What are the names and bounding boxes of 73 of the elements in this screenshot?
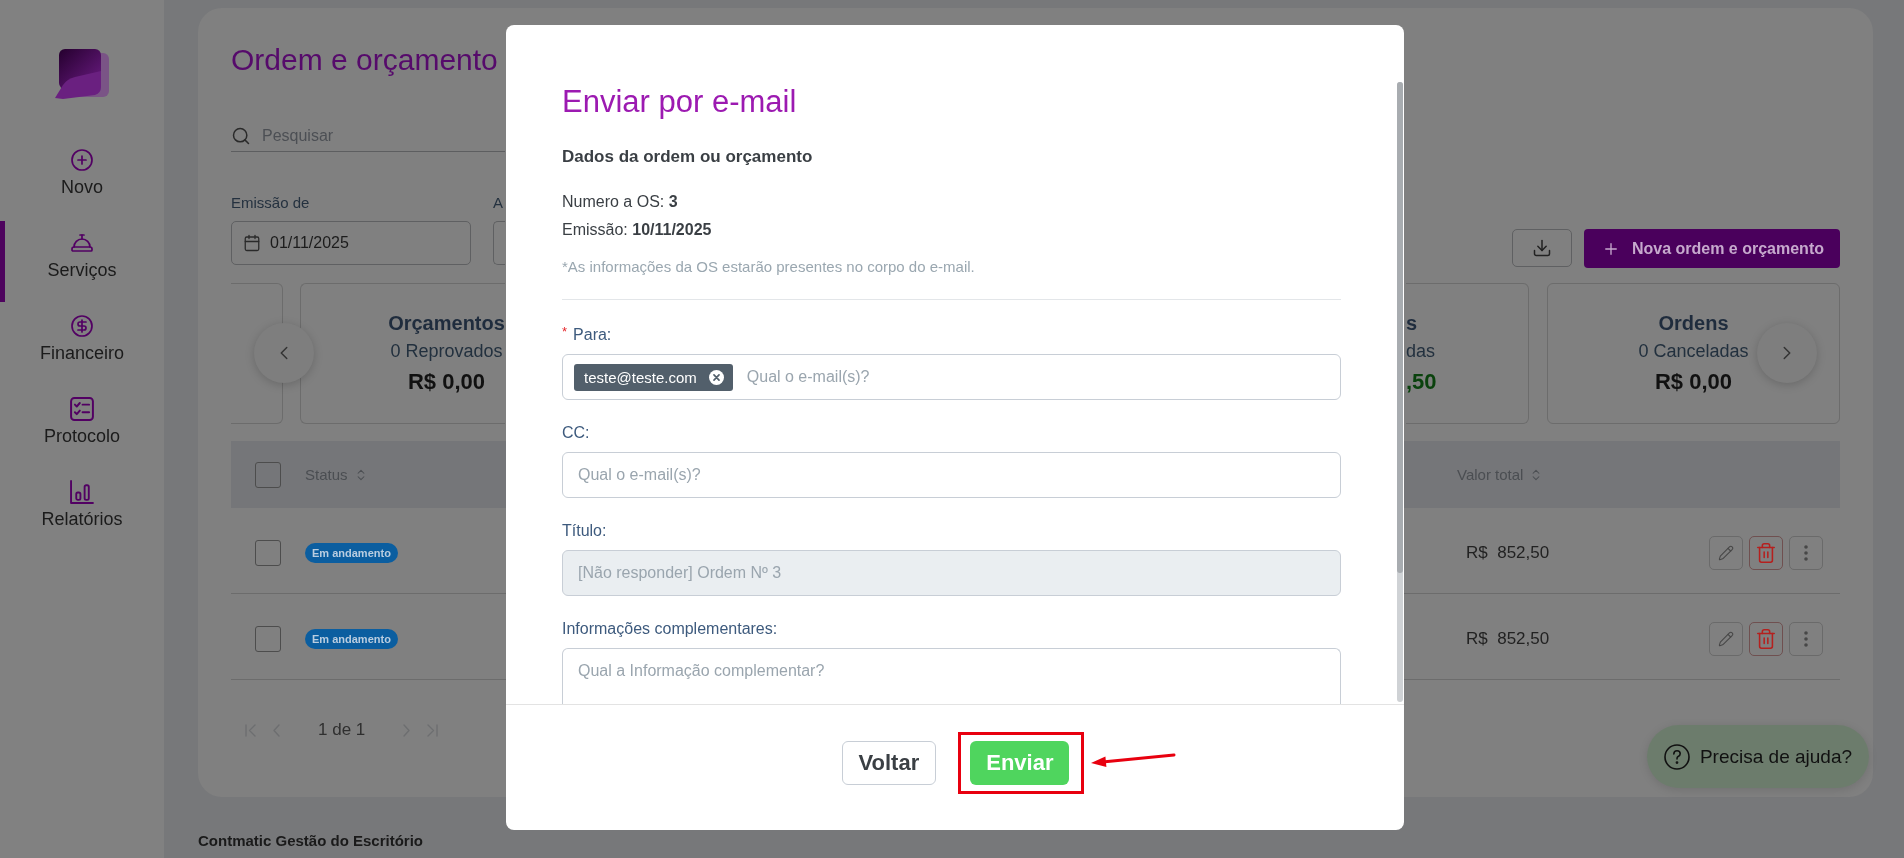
checkbox[interactable] bbox=[255, 540, 281, 566]
scrollbar[interactable] bbox=[1397, 82, 1403, 702]
sidebar-item[interactable]: Relatórios bbox=[0, 470, 164, 551]
field-label: Informações complementares: bbox=[562, 619, 778, 639]
calendar-icon bbox=[243, 234, 261, 252]
card-title: Ordens bbox=[1658, 311, 1729, 336]
detail-line: Numero a OS: 3 bbox=[562, 192, 678, 212]
trash-icon bbox=[1755, 628, 1777, 650]
page-indicator: 1 de 1 bbox=[318, 720, 366, 740]
new-order-button[interactable]: Nova ordem e orçamento bbox=[1583, 229, 1840, 268]
section-title: Dados da ordem ou orçamento bbox=[562, 146, 813, 168]
edit-button[interactable] bbox=[1709, 622, 1743, 656]
checklist-icon bbox=[70, 397, 94, 421]
field-label: Para: bbox=[573, 325, 612, 345]
card-subtitle: 0 Canceladas bbox=[1638, 340, 1749, 363]
textarea-field[interactable]: Qual a Informação complementar? bbox=[562, 648, 1341, 704]
pencil-icon bbox=[1718, 545, 1734, 561]
download-icon bbox=[1531, 238, 1552, 258]
more-button[interactable] bbox=[1789, 622, 1823, 656]
card-title: Orçamentos bbox=[388, 311, 505, 336]
service-bell-icon bbox=[70, 231, 94, 255]
card-subtitle: das bbox=[1406, 340, 1436, 363]
date-field[interactable]: 01/11/2025 bbox=[231, 221, 471, 265]
edit-button[interactable] bbox=[1709, 536, 1743, 570]
input-field[interactable]: Qual o e-mail(s)? bbox=[562, 452, 1341, 498]
more-button[interactable] bbox=[1789, 536, 1823, 570]
plus-circle-icon bbox=[70, 148, 94, 172]
sidebar-item[interactable]: Novo bbox=[0, 138, 164, 219]
checkbox[interactable] bbox=[255, 626, 281, 652]
status-badge: Em andamento bbox=[305, 543, 398, 563]
search-icon bbox=[231, 126, 251, 146]
download-button[interactable] bbox=[1511, 229, 1572, 267]
date-field[interactable] bbox=[493, 221, 505, 265]
table-cell-text: R$ 852,50 bbox=[1465, 629, 1550, 649]
required-mark: * bbox=[562, 325, 568, 341]
sidebar-item[interactable]: Serviços bbox=[0, 221, 164, 302]
card-amount: ,50 bbox=[1406, 368, 1437, 396]
delete-button[interactable] bbox=[1749, 622, 1783, 656]
detail-line: Emissão: 10/11/2025 bbox=[562, 220, 712, 240]
field-label: Título: bbox=[562, 521, 607, 541]
close-icon[interactable] bbox=[708, 369, 724, 385]
info-note: *As informações da OS estarão presentes no corpo do e-mail. bbox=[562, 257, 975, 277]
dollar-circle-icon bbox=[70, 314, 94, 338]
pencil-icon bbox=[1718, 631, 1734, 647]
dialog-title: Enviar por e-mail bbox=[562, 83, 797, 121]
filter-label: A bbox=[493, 193, 503, 213]
more-icon bbox=[1804, 631, 1808, 647]
email-field[interactable]: teste@teste.com Qual o e-mail(s)? bbox=[562, 354, 1341, 400]
email-input[interactable]: Qual o e-mail(s)? bbox=[746, 368, 1329, 386]
card-title: s bbox=[1406, 311, 1418, 336]
sidebar-item[interactable]: Protocolo bbox=[0, 387, 164, 468]
field-label: CC: bbox=[562, 423, 590, 443]
card-amount: R$ 0,00 bbox=[407, 368, 486, 396]
table-cell-text: R$ 852,50 bbox=[1465, 543, 1550, 563]
status-badge: Em andamento bbox=[305, 629, 398, 649]
checkbox[interactable] bbox=[255, 461, 281, 488]
bar-chart-icon bbox=[70, 480, 94, 504]
card-subtitle: 0 Reprovados bbox=[390, 340, 503, 363]
input-field: [Não responder] Ordem Nº 3 bbox=[562, 550, 1341, 596]
back-button[interactable]: Voltar bbox=[841, 740, 937, 785]
chip-text: teste@teste.com bbox=[584, 368, 697, 386]
trash-icon bbox=[1755, 542, 1777, 564]
help-icon bbox=[1663, 743, 1690, 770]
card-amount: R$ 0,00 bbox=[1654, 368, 1733, 396]
delete-button[interactable] bbox=[1749, 536, 1783, 570]
filter-label: Emissão de bbox=[231, 193, 310, 213]
more-icon bbox=[1804, 545, 1808, 561]
page-title: Ordem e orçamento bbox=[231, 42, 498, 78]
scrollbar-thumb[interactable] bbox=[1397, 82, 1403, 573]
footer-text: Contmatic Gestão do Escritório bbox=[198, 832, 424, 850]
logo bbox=[55, 49, 109, 99]
sidebar-item[interactable]: Financeiro bbox=[0, 304, 164, 385]
help-button[interactable]: Precisa de ajuda? bbox=[1647, 725, 1869, 788]
